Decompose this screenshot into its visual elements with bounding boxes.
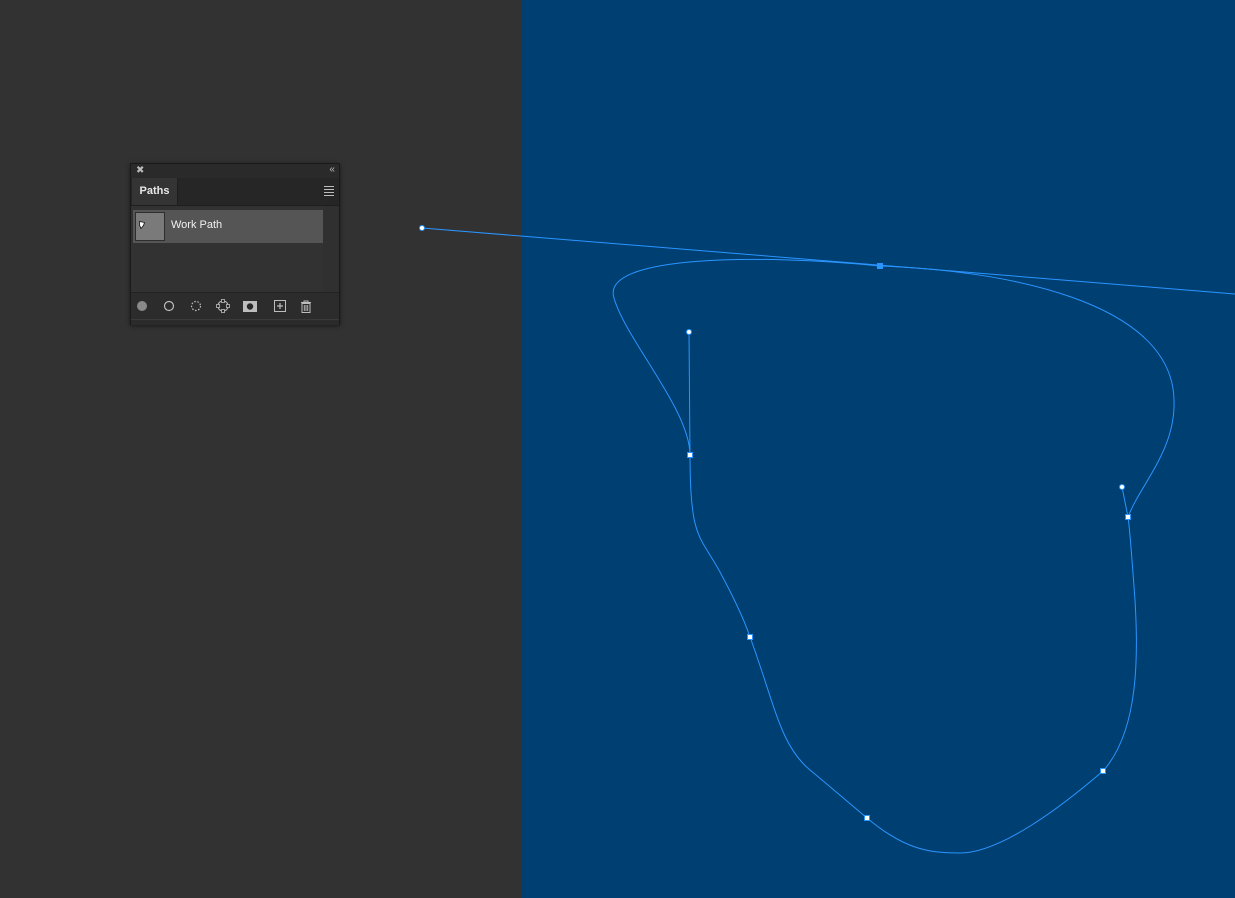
pasteboard	[0, 0, 521, 898]
path-name-label: Work Path	[171, 219, 223, 231]
path-from-selection-icon	[216, 299, 230, 313]
filled-circle-icon	[137, 301, 147, 311]
make-work-path-button[interactable]	[214, 297, 232, 315]
anchor-point[interactable]	[1100, 768, 1106, 774]
path-thumbnail-icon	[139, 221, 145, 229]
panel-menu-icon[interactable]	[324, 186, 334, 196]
close-icon[interactable]: ✖	[136, 165, 144, 177]
anchor-point[interactable]	[747, 634, 753, 640]
trash-icon	[301, 300, 311, 313]
dotted-circle-icon	[190, 300, 202, 312]
mask-icon	[243, 300, 257, 312]
hollow-circle-icon	[163, 300, 175, 312]
paths-panel: ✖ ‹‹ Paths Work Path	[130, 163, 340, 325]
anchor-point[interactable]	[1125, 514, 1131, 520]
load-as-selection-button[interactable]	[187, 297, 205, 315]
panel-footer	[131, 292, 339, 319]
anchor-point[interactable]	[687, 452, 693, 458]
panel-scroll-area[interactable]	[323, 206, 339, 292]
add-mask-button[interactable]	[241, 297, 259, 315]
plus-square-icon	[274, 300, 286, 312]
anchor-point-selected[interactable]	[877, 263, 883, 269]
tab-paths[interactable]: Paths	[132, 178, 178, 205]
direction-point[interactable]	[686, 329, 692, 335]
path-thumbnail	[135, 212, 165, 241]
collapse-panel-icon[interactable]: ‹‹	[329, 164, 335, 176]
new-path-button[interactable]	[271, 297, 289, 315]
path-item-work-path[interactable]: Work Path	[133, 210, 323, 243]
stroke-path-button[interactable]	[160, 297, 178, 315]
direction-point[interactable]	[419, 225, 425, 231]
anchor-point[interactable]	[864, 815, 870, 821]
panel-tab-row: Paths	[131, 178, 339, 206]
fill-path-button[interactable]	[133, 297, 151, 315]
panel-resize-handle[interactable]	[131, 319, 339, 325]
delete-path-button[interactable]	[297, 297, 315, 315]
direction-point[interactable]	[1119, 484, 1125, 490]
panel-title-bar[interactable]: ✖ ‹‹	[131, 164, 339, 178]
paths-list: Work Path	[131, 206, 339, 292]
document-canvas[interactable]	[521, 0, 1235, 898]
